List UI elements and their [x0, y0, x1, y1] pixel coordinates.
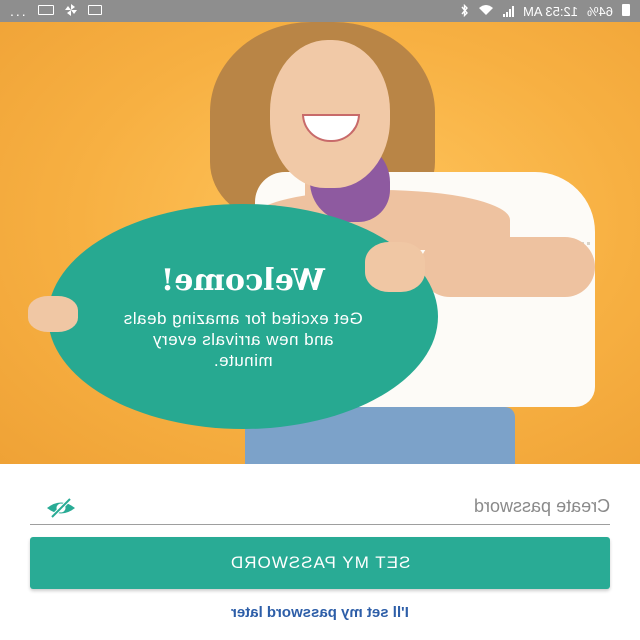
set-my-password-button[interactable]: SET MY PASSWORD	[30, 537, 610, 589]
bluetooth-icon	[460, 3, 469, 19]
status-bar-right-group: ...	[10, 3, 102, 19]
model-hand-left	[28, 296, 78, 332]
set-password-later-link[interactable]: I'll set my password later	[0, 604, 640, 621]
welcome-title: Welcome!	[161, 262, 326, 298]
welcome-message: Get excited for amazing deals and new ar…	[123, 308, 363, 370]
clock-time: 12:53 AM	[523, 3, 578, 19]
hero-image: Welcome! Get excited for amazing deals a…	[0, 22, 640, 464]
wifi-icon	[478, 4, 494, 18]
set-password-later-label: I'll set my password later	[231, 604, 409, 621]
password-field-row: Create password	[30, 492, 610, 525]
welcome-bubble: Welcome! Get excited for amazing deals a…	[48, 204, 438, 429]
signal-icon	[503, 5, 515, 17]
pinwheel-icon	[64, 3, 78, 19]
model-hand	[365, 242, 425, 292]
picture-icon	[87, 5, 102, 17]
set-my-password-label: SET MY PASSWORD	[229, 553, 411, 572]
password-input[interactable]	[90, 492, 610, 522]
eye-off-icon[interactable]	[44, 497, 78, 519]
more-notifications-icon: ...	[10, 3, 28, 19]
status-bar: 64% 12:53 AM ...	[0, 0, 640, 22]
sim-card-icon	[37, 5, 54, 17]
status-bar-left-group: 64% 12:53 AM	[460, 3, 630, 19]
battery-icon	[622, 4, 630, 18]
battery-percentage: 64%	[586, 3, 613, 19]
